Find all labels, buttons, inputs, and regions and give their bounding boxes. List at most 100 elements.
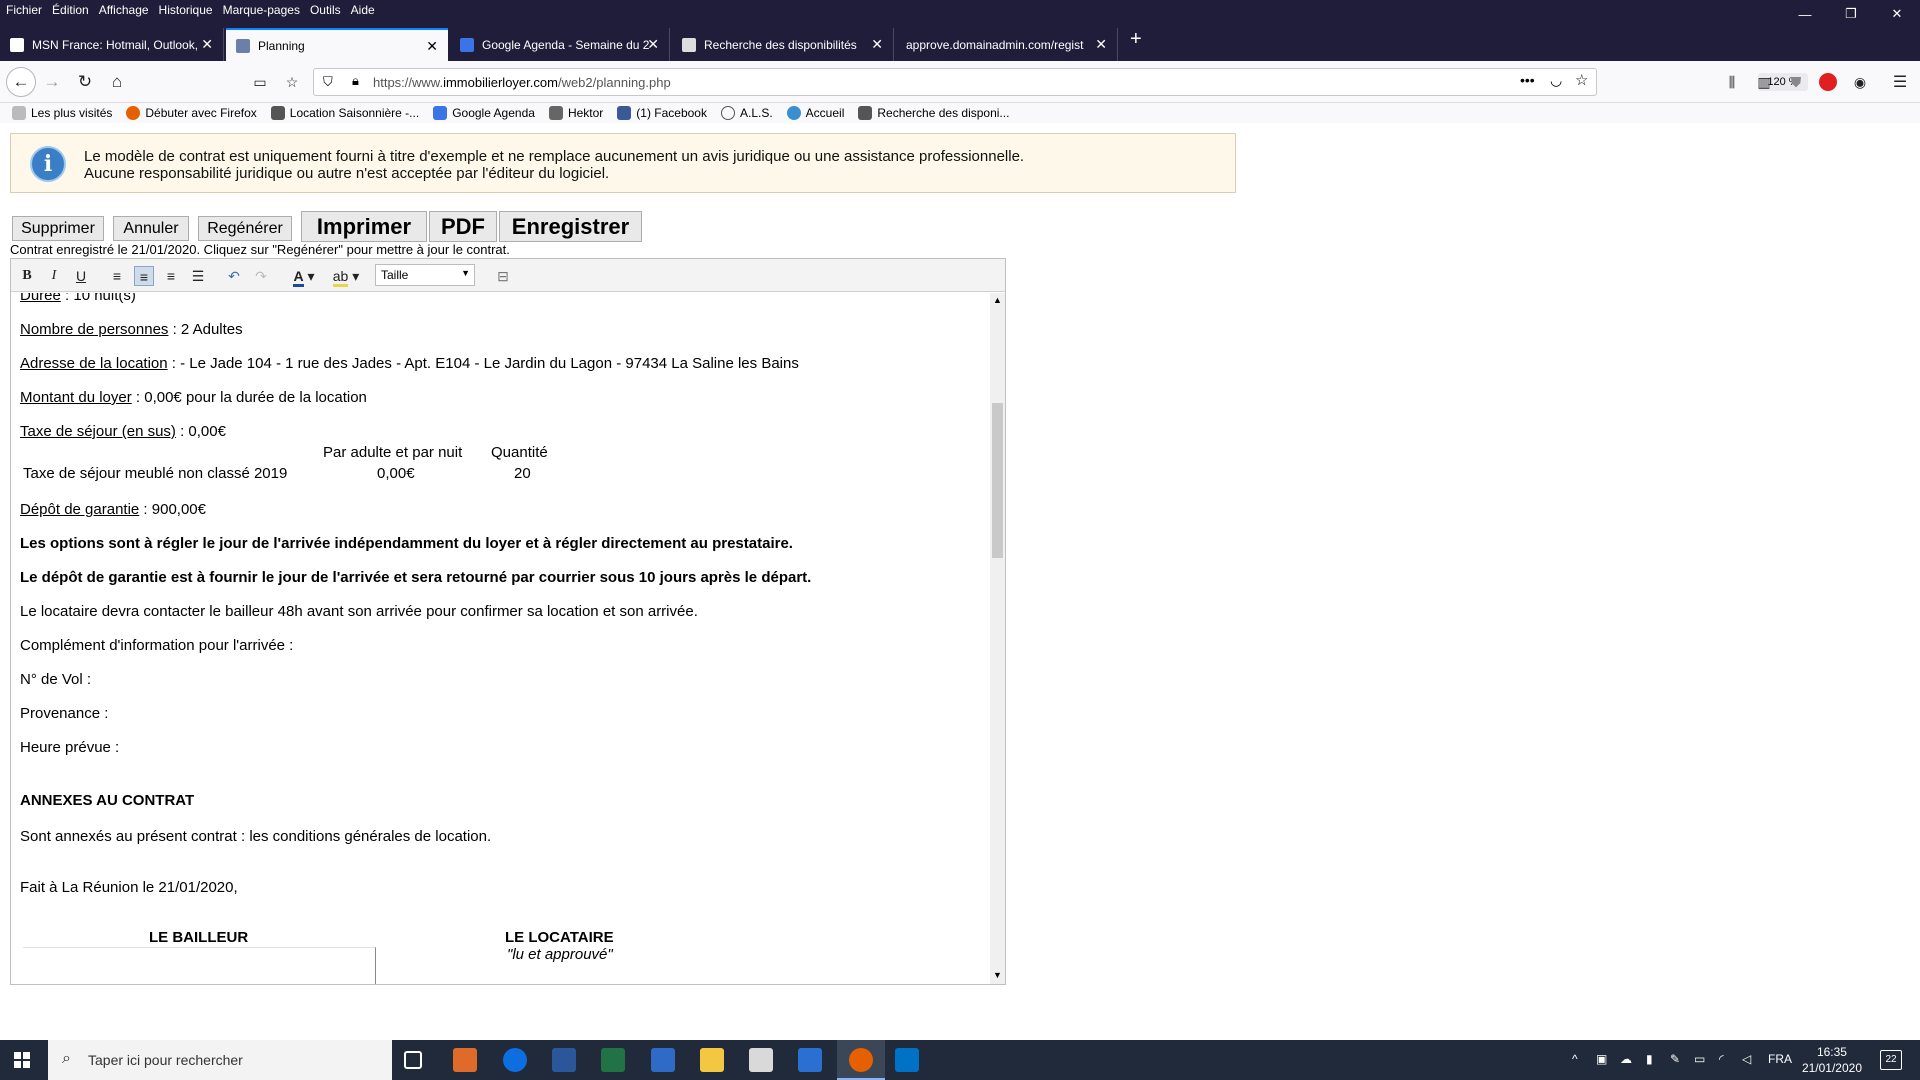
save-button[interactable]: Enregistrer xyxy=(499,211,642,242)
page-break-icon[interactable]: ⊟ xyxy=(491,266,515,286)
menu-fichier[interactable]: Fichier xyxy=(6,3,42,17)
redo-icon[interactable]: ↷ xyxy=(251,266,271,286)
tray-app-icon[interactable]: ✎ xyxy=(1670,1052,1680,1066)
cloud-icon[interactable]: ☁ xyxy=(1620,1052,1632,1066)
bookmark-google-agenda[interactable]: Google Agenda xyxy=(433,106,535,120)
delete-button[interactable]: Supprimer xyxy=(12,216,104,241)
app-icon[interactable] xyxy=(798,1048,822,1072)
firefox-icon[interactable] xyxy=(849,1048,873,1072)
url-text[interactable]: https://www.immobilierloyer.com/web2/pla… xyxy=(373,75,671,90)
word-icon[interactable] xyxy=(552,1048,576,1072)
task-view-icon[interactable] xyxy=(404,1051,422,1069)
align-left-icon[interactable]: ≡ xyxy=(107,266,127,286)
scroll-down-icon[interactable]: ▼ xyxy=(993,970,1002,980)
chevron-up-icon[interactable]: ^ xyxy=(1572,1052,1578,1066)
font-size-select[interactable]: Taille ▼ xyxy=(375,264,475,286)
underline-icon[interactable]: U xyxy=(71,266,91,286)
regenerate-button[interactable]: Regénérer xyxy=(198,216,292,241)
close-tab-icon[interactable]: ✕ xyxy=(426,38,438,55)
bookmark-hektor[interactable]: Hektor xyxy=(548,106,603,120)
notification-center-icon[interactable]: 22 xyxy=(1880,1050,1902,1070)
editor-scrollbar[interactable]: ▲ ▼ xyxy=(990,293,1005,984)
undo-icon[interactable]: ↶ xyxy=(224,266,244,286)
duree-value: : 10 nuit(s) xyxy=(60,293,136,304)
align-center-icon[interactable]: ≡ xyxy=(134,266,154,286)
bookmark-als[interactable]: A.L.S. xyxy=(720,106,773,120)
editor-toolbar: B I U ≡ ≡ ≡ ☰ ↶ ↷ A ▾ ab ▾ Taille ▼ ⊟ xyxy=(11,259,1005,292)
menu-aide[interactable]: Aide xyxy=(351,3,375,17)
close-tab-icon[interactable]: ✕ xyxy=(871,36,883,53)
close-tab-icon[interactable]: ✕ xyxy=(647,36,659,53)
tray-app-icon[interactable]: ▮ xyxy=(1646,1052,1653,1066)
language-indicator[interactable]: FRA xyxy=(1768,1052,1792,1066)
lock-icon[interactable]: 🔒︎ xyxy=(352,73,359,89)
menu-historique[interactable]: Historique xyxy=(159,3,213,17)
wifi-icon[interactable]: ◜ xyxy=(1719,1052,1724,1066)
scroll-up-icon[interactable]: ▲ xyxy=(993,295,1002,305)
tab-disponibilites[interactable]: Recherche des disponibilités ✕ xyxy=(672,28,894,61)
tab-planning[interactable]: Planning ✕ xyxy=(226,28,448,61)
home-icon[interactable]: ⌂ xyxy=(105,70,129,94)
menu-affichage[interactable]: Affichage xyxy=(99,3,149,17)
navigation-bar: ← → ↻ ⌂ ▭ ☆ ⛉ 🔒︎ https://www.immobilierl… xyxy=(0,61,1920,103)
calculator-icon[interactable] xyxy=(749,1048,773,1072)
star-list-icon[interactable]: ☆ xyxy=(280,70,304,94)
justify-icon[interactable]: ☰ xyxy=(188,266,208,286)
taxe-value: : 0,00€ xyxy=(175,423,226,440)
highlight-icon[interactable]: ab ▾ xyxy=(329,266,363,287)
forward-icon[interactable]: → xyxy=(40,70,64,94)
bookmark-firefox[interactable]: Débuter avec Firefox xyxy=(126,106,257,120)
scrollbar-thumb[interactable] xyxy=(992,403,1003,558)
tab-google-agenda[interactable]: Google Agenda - Semaine du 2 ✕ xyxy=(450,28,670,61)
taskbar-search[interactable]: ⌕ Taper ici pour rechercher xyxy=(48,1040,392,1080)
align-right-icon[interactable]: ≡ xyxy=(161,266,181,286)
cancel-button[interactable]: Annuler xyxy=(113,216,189,241)
font-color-icon[interactable]: A ▾ xyxy=(289,266,319,287)
tab-approve[interactable]: approve.domainadmin.com/regist ✕ xyxy=(896,28,1118,61)
shield-icon[interactable]: ⛉ xyxy=(323,74,333,90)
library-icon[interactable]: ⫼ xyxy=(1720,70,1744,94)
bookmark-star-icon[interactable]: ☆ xyxy=(1575,71,1588,89)
menu-edition[interactable]: Édition xyxy=(52,3,89,17)
hamburger-menu-icon[interactable]: ☰ xyxy=(1888,70,1912,94)
url-bar[interactable]: ⛉ 🔒︎ https://www.immobilierloyer.com/web… xyxy=(313,68,1808,96)
tab-msn[interactable]: MSN France: Hotmail, Outlook, ✕ xyxy=(0,28,224,61)
contract-document[interactable]: Durée : 10 nuit(s) Nombre de personnes :… xyxy=(11,293,989,984)
back-icon[interactable]: ← xyxy=(6,67,36,97)
file-explorer-icon[interactable] xyxy=(700,1048,724,1072)
sidebar-icon[interactable]: ▥ xyxy=(1752,70,1776,94)
facebook-icon xyxy=(617,106,632,120)
menu-marque-pages[interactable]: Marque-pages xyxy=(223,3,300,17)
teamviewer-icon[interactable] xyxy=(503,1048,527,1072)
shield-extension-icon[interactable]: ⛊ xyxy=(1784,70,1808,94)
italic-icon[interactable]: I xyxy=(44,266,64,286)
system-clock[interactable]: 16:35 21/01/2020 xyxy=(1802,1044,1862,1076)
document-app-icon[interactable] xyxy=(651,1048,675,1072)
media-player-icon[interactable] xyxy=(453,1048,477,1072)
adblock-icon[interactable] xyxy=(1816,70,1840,94)
print-button[interactable]: Imprimer xyxy=(301,211,427,242)
extension-icon[interactable]: ◉ xyxy=(1848,70,1872,94)
new-tab-icon[interactable]: + xyxy=(1130,28,1142,51)
close-tab-icon[interactable]: ✕ xyxy=(1095,36,1107,53)
pocket-icon[interactable]: ◡ xyxy=(1550,72,1562,89)
battery-icon[interactable]: ▭ xyxy=(1694,1052,1705,1066)
windows-start-icon[interactable] xyxy=(14,1052,30,1068)
more-actions-icon[interactable]: ••• xyxy=(1520,72,1535,88)
speaker-icon[interactable]: ◁ xyxy=(1742,1052,1751,1066)
bold-icon[interactable]: B xyxy=(17,266,37,286)
menu-outils[interactable]: Outils xyxy=(310,3,341,17)
bookmark-most-visited[interactable]: Les plus visités xyxy=(12,106,112,120)
outlook-icon[interactable] xyxy=(895,1048,919,1072)
bookmark-location[interactable]: Location Saisonnière -... xyxy=(270,106,419,120)
folder-icon[interactable]: ▭ xyxy=(248,70,272,94)
bookmark-accueil[interactable]: Accueil xyxy=(786,106,844,120)
tray-app-icon[interactable]: ▣ xyxy=(1596,1052,1607,1066)
excel-icon[interactable] xyxy=(601,1048,625,1072)
close-tab-icon[interactable]: ✕ xyxy=(201,36,213,53)
reload-icon[interactable]: ↻ xyxy=(73,70,97,94)
bookmark-disponibilites[interactable]: Recherche des disponi... xyxy=(858,106,1009,120)
bookmark-facebook[interactable]: (1) Facebook xyxy=(617,106,707,120)
pdf-button[interactable]: PDF xyxy=(429,211,497,242)
saved-message: Contrat enregistré le 21/01/2020. Clique… xyxy=(10,242,510,257)
